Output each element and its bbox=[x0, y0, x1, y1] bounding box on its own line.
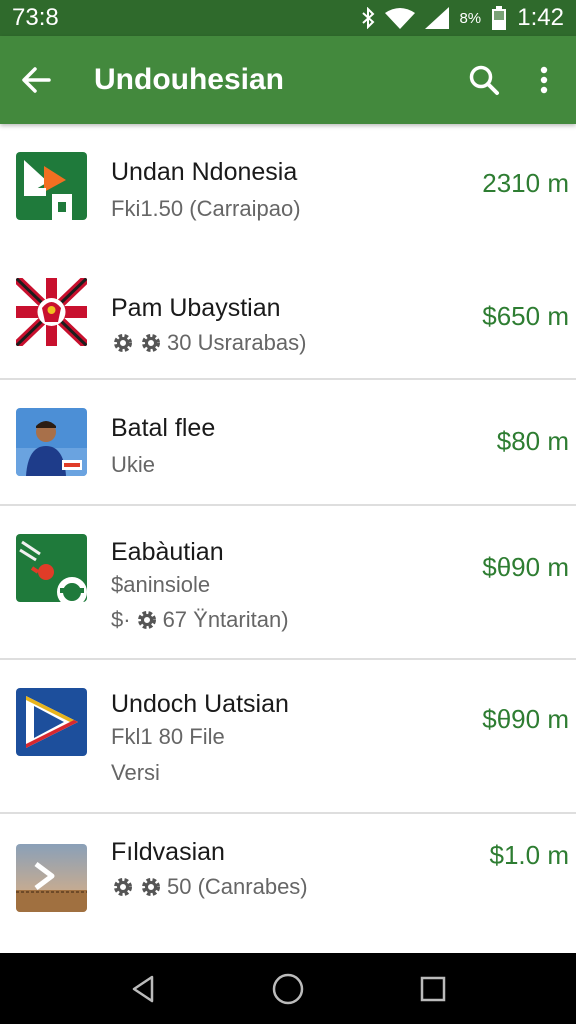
item-title: Eabàutian bbox=[111, 538, 224, 566]
item-subtitle: Ukie bbox=[111, 452, 156, 477]
blue-play-icon bbox=[16, 688, 87, 756]
item-price: $650 m bbox=[482, 301, 569, 331]
signal-icon bbox=[425, 7, 450, 29]
bluetooth-icon bbox=[362, 7, 375, 29]
status-time-right: 1:42 bbox=[517, 4, 564, 31]
list-item[interactable]: Pam Ubaystian 30 Usrarabas) $650 m bbox=[0, 256, 576, 380]
app-bar: Undouhesian bbox=[0, 36, 576, 124]
item-subtitle: 50 (Canrabes) bbox=[111, 874, 308, 900]
gear-icon bbox=[142, 334, 160, 352]
gear-icon bbox=[142, 878, 160, 896]
item-subtitle-2: Versi bbox=[111, 760, 160, 785]
battery-icon bbox=[492, 6, 507, 30]
item-subtitle: 30 Usrarabas) bbox=[111, 330, 306, 356]
person-photo-icon bbox=[16, 408, 87, 476]
search-button[interactable] bbox=[454, 36, 514, 124]
gear-icon bbox=[114, 878, 132, 896]
item-price: $θ90 m bbox=[482, 552, 569, 582]
arrow-back-icon bbox=[22, 67, 51, 93]
item-price: $θ90 m bbox=[482, 704, 569, 734]
list-item[interactable]: Batal flee Ukie $80 m bbox=[0, 380, 576, 506]
item-subtitle: $aninsiole bbox=[111, 572, 211, 597]
list-item[interactable]: Eabàutian $aninsiole $· 67 Ÿntaritan) $θ… bbox=[0, 506, 576, 660]
more-options-button[interactable] bbox=[514, 36, 574, 124]
item-subtitle-text: 50 (Canrabes) bbox=[167, 874, 308, 899]
status-bar: 73:8 8% 1:42 bbox=[0, 0, 576, 36]
item-title: Batal flee bbox=[111, 414, 216, 442]
item-list: Undan Ndonesia Fki1.50 (Carraipao) 2310 … bbox=[0, 124, 576, 953]
list-item[interactable]: Fıldvasian 50 (Canrabes) $1.0 m bbox=[0, 814, 576, 953]
list-item[interactable]: Undan Ndonesia Fki1.50 (Carraipao) 2310 … bbox=[0, 124, 576, 256]
item-subtitle-2: $· 67 Ÿntaritan) bbox=[111, 607, 289, 633]
wifi-icon bbox=[385, 8, 416, 29]
gear-icon bbox=[137, 611, 156, 629]
item-title: Undoch Uatsian bbox=[111, 690, 289, 718]
item-subtitle-text: 30 Usrarabas) bbox=[167, 330, 307, 355]
item-title: Undan Ndonesia bbox=[111, 158, 298, 186]
item-subtitle: Fki1.50 (Carraipao) bbox=[111, 196, 301, 221]
gear-icon bbox=[114, 334, 132, 352]
item-subtitle-prefix: $· bbox=[111, 607, 131, 632]
navigation-bar bbox=[0, 953, 576, 1024]
item-subtitle: Fkl1 80 File bbox=[111, 724, 225, 749]
green-gear-icon bbox=[16, 534, 87, 602]
triangle-back-icon bbox=[132, 975, 153, 1002]
item-title: Fıldvasian bbox=[111, 838, 225, 866]
nav-home-button[interactable] bbox=[258, 959, 318, 1019]
battery-percent: 8% bbox=[459, 9, 482, 27]
landscape-icon bbox=[16, 844, 87, 912]
circle-home-icon bbox=[272, 973, 304, 1004]
item-subtitle-text: 67 Ÿntaritan) bbox=[162, 607, 289, 632]
status-icons: 8% 1:42 bbox=[361, 4, 564, 32]
list-item[interactable]: Undoch Uatsian Fkl1 80 File Versi $θ90 m bbox=[0, 660, 576, 814]
item-price: $80 m bbox=[496, 426, 569, 456]
back-button[interactable] bbox=[0, 36, 72, 124]
flag-crest-icon bbox=[16, 278, 87, 346]
nav-recents-button[interactable] bbox=[403, 959, 463, 1019]
search-icon bbox=[469, 65, 499, 95]
green-play-icon bbox=[16, 152, 87, 220]
nav-back-button[interactable] bbox=[113, 959, 173, 1019]
item-price: $1.0 m bbox=[489, 840, 570, 870]
more-vert-icon bbox=[540, 66, 548, 94]
item-title: Pam Ubaystian bbox=[111, 294, 281, 322]
status-time-left: 73:8 bbox=[12, 4, 59, 31]
item-price: 2310 m bbox=[482, 168, 569, 198]
square-recents-icon bbox=[421, 976, 446, 1001]
page-title: Undouhesian bbox=[94, 63, 285, 96]
